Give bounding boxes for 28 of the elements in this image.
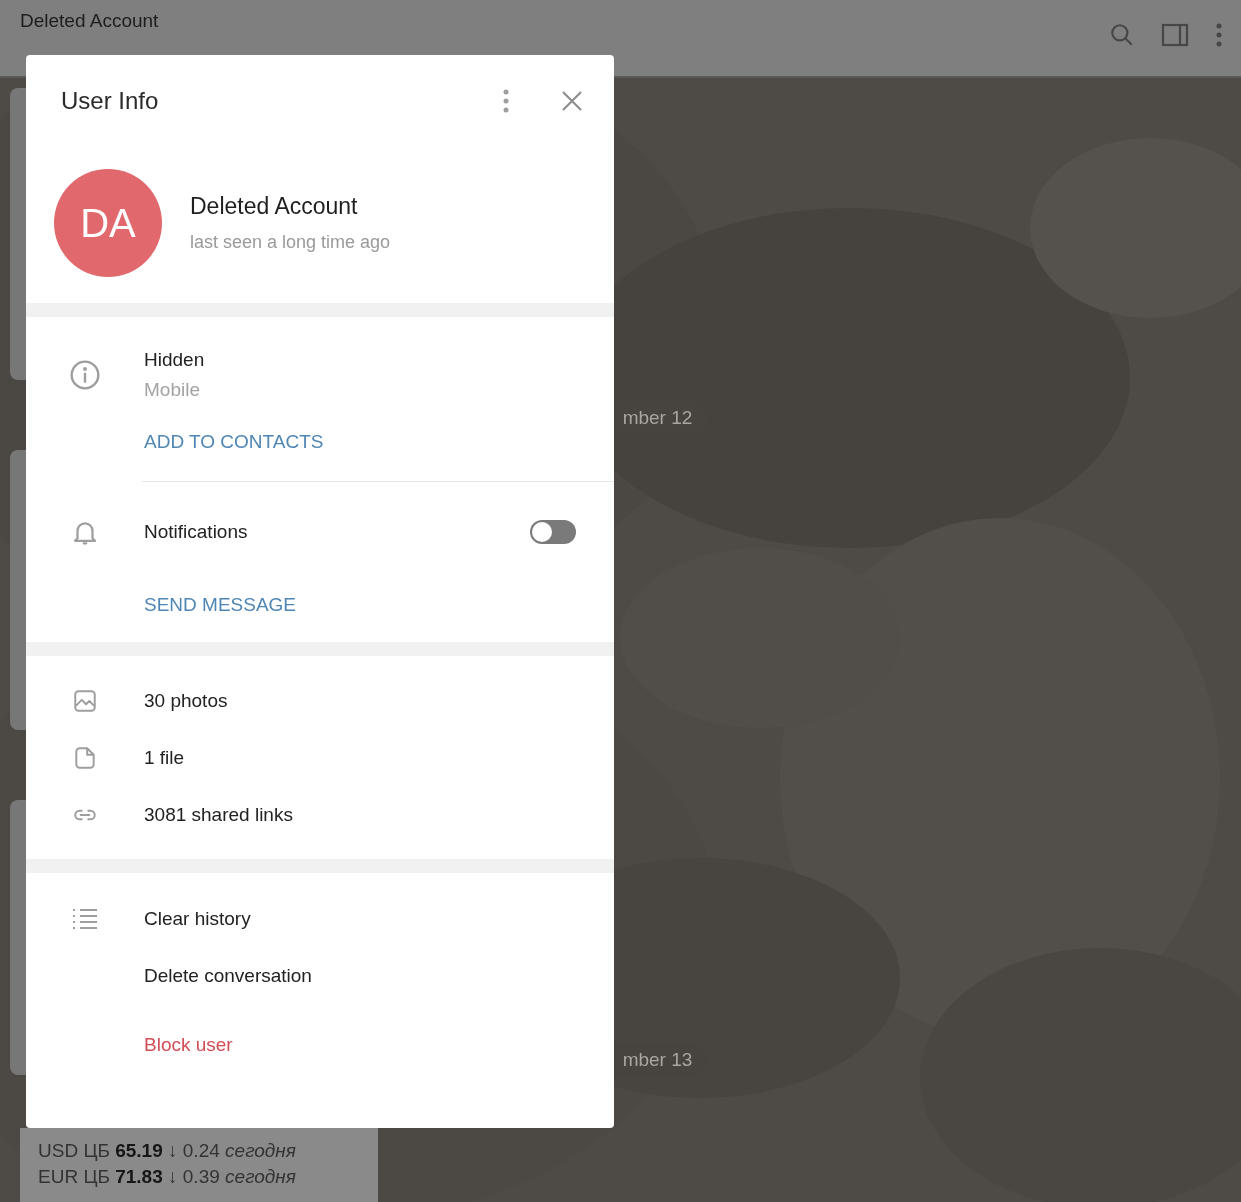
more-icon [502,88,510,114]
send-message-link[interactable]: SEND MESSAGE [144,594,297,616]
add-to-contacts-link[interactable]: ADD TO CONTACTS [144,431,324,453]
chat-title: Deleted Account [20,10,159,32]
notifications-toggle[interactable] [530,520,576,544]
block-user-link[interactable]: Block user [144,1033,233,1056]
user-status: last seen a long time ago [190,232,391,253]
close-icon [560,89,584,113]
action-link[interactable]: Delete conversation [144,964,312,987]
info-icon [69,359,101,391]
action-link[interactable]: Clear history [144,907,251,930]
phone-label: Mobile [144,379,201,401]
phone-value: Hidden [144,349,205,371]
list-icon [72,907,98,930]
more-icon[interactable] [1215,22,1223,48]
message-text: USD ЦБ 65.19 ↓ 0.24 сегодня [38,1140,297,1162]
dialog-title: User Info [61,87,160,115]
media-link[interactable]: 3081 shared links [144,803,293,826]
sidebar-toggle-icon[interactable] [1161,22,1189,48]
file-icon [72,744,98,771]
search-icon[interactable] [1109,22,1135,48]
avatar: DA [54,169,162,277]
media-link[interactable]: 30 photos [144,689,228,712]
image-icon [72,687,98,714]
user-name: Deleted Account [190,193,359,220]
media-link[interactable]: 1 file [144,746,185,769]
message-text: EUR ЦБ 71.83 ↓ 0.39 сегодня [38,1166,297,1188]
notifications-label: Notifications [144,521,248,543]
